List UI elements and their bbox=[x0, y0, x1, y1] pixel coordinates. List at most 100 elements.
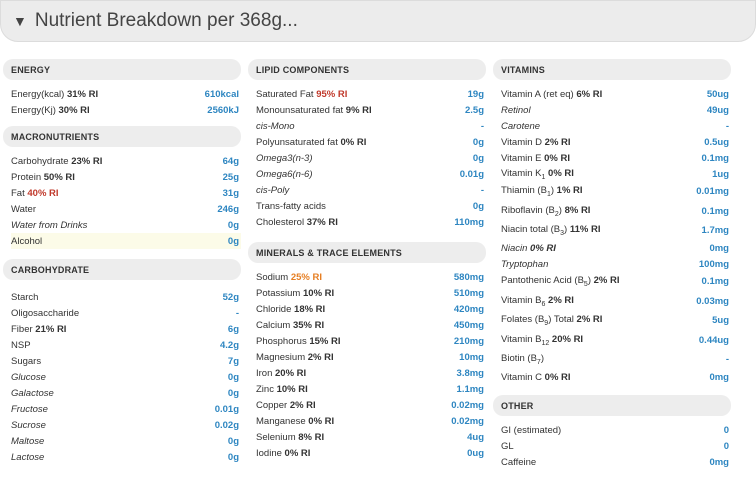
nutrient-row: Manganese 0% RI 0.02mg bbox=[256, 413, 486, 429]
section-title: OTHER bbox=[493, 395, 731, 417]
nutrient-label: Sodium 25% RI bbox=[256, 272, 322, 283]
nutrient-name: Folates (B bbox=[501, 314, 545, 326]
nutrient-label: Copper 2% RI bbox=[256, 400, 316, 411]
nutrient-value: 0.5ug bbox=[704, 136, 729, 148]
nutrient-subscript: 6 bbox=[541, 300, 546, 308]
ri-percent: 95% RI bbox=[316, 88, 348, 100]
nutrient-row: Pantothenic Acid (B5) 2% RI 0.1mg bbox=[501, 272, 731, 291]
nutrient-name-suffix: ) bbox=[550, 185, 555, 197]
nutrient-row: Energy(kcal) 31% RI 610kcal bbox=[11, 86, 241, 102]
nutrient-name: Manganese bbox=[256, 415, 306, 427]
nutrient-row: Zinc 10% RI 1.1mg bbox=[256, 381, 486, 397]
nutrient-row: GL 0 bbox=[501, 438, 731, 454]
nutrient-value: 1ug bbox=[712, 168, 729, 180]
nutrient-row: Vitamin C 0% RI 0mg bbox=[501, 369, 731, 385]
nutrient-name: Energy(kcal) bbox=[11, 88, 65, 100]
ri-percent: 9% RI bbox=[345, 104, 372, 116]
nutrient-name: Niacin total (B bbox=[501, 224, 561, 236]
nutrient-name: Thiamin (B bbox=[501, 185, 547, 197]
nutrient-label: Magnesium 2% RI bbox=[256, 352, 334, 363]
nutrient-name: Iron bbox=[256, 367, 273, 379]
nutrient-name: Phosphorus bbox=[256, 335, 307, 347]
ri-percent: 0% RI bbox=[544, 371, 571, 383]
nutrient-row: Fiber 21% RI 6g bbox=[11, 321, 241, 337]
section-vitamins: VITAMINS Vitamin A (ret eq) 6% RI 50ug Ret… bbox=[493, 59, 731, 385]
ri-percent: 1% RI bbox=[556, 185, 583, 197]
nutrient-row: Vitamin E 0% RI 0.1mg bbox=[501, 150, 731, 166]
nutrient-row: Niacin 0% RI 0mg bbox=[501, 240, 731, 256]
nutrient-row: Water from Drinks 0g bbox=[11, 217, 241, 233]
section-title: ENERGY bbox=[3, 59, 241, 80]
nutrient-row: Vitamin D 2% RI 0.5ug bbox=[501, 134, 731, 150]
section-rows: Carbohydrate 23% RI 64g Protein 50% RI 25g F… bbox=[3, 147, 241, 249]
nutrient-label: Sugars bbox=[11, 356, 41, 367]
nutrient-value: 0g bbox=[227, 387, 239, 399]
nutrient-row: Fructose 0.01g bbox=[11, 401, 241, 417]
nutrient-value: 52g bbox=[222, 291, 239, 303]
nutrient-label: GL bbox=[501, 441, 514, 452]
nutrient-value: - bbox=[725, 353, 729, 365]
nutrient-name: Carotene bbox=[501, 120, 541, 132]
nutrient-row: Galactose 0g bbox=[11, 385, 241, 401]
ri-percent: 2% RI bbox=[548, 294, 574, 306]
nutrient-name: Galactose bbox=[11, 387, 54, 399]
ri-percent: 37% RI bbox=[306, 216, 338, 228]
nutrient-name: Pantothenic Acid (B bbox=[501, 275, 584, 287]
column-1: ENERGY Energy(kcal) 31% RI 610kcal Energy(… bbox=[3, 59, 241, 465]
nutrient-value: 0.44ug bbox=[698, 334, 729, 346]
ri-percent: 10% RI bbox=[276, 383, 308, 395]
ri-percent: 2% RI bbox=[576, 314, 603, 326]
nutrient-value: 0.02mg bbox=[451, 399, 484, 411]
nutrient-name: Water from Drinks bbox=[11, 219, 88, 231]
nutrient-value: 450mg bbox=[453, 319, 484, 331]
nutrient-name: Monounsaturated fat bbox=[256, 104, 344, 116]
nutrient-row: Fat 40% RI 31g bbox=[11, 185, 241, 201]
nutrient-value: 10mg bbox=[459, 351, 484, 363]
nutrient-label: Cholesterol 37% RI bbox=[256, 217, 338, 228]
nutrient-value: 0g bbox=[227, 235, 239, 247]
nutrient-name: Saturated Fat bbox=[256, 88, 314, 100]
ri-percent: 40% RI bbox=[27, 187, 59, 199]
nutrient-value: 50ug bbox=[706, 88, 729, 100]
nutrient-row: Saturated Fat 95% RI 19g bbox=[256, 86, 486, 102]
page-title: Nutrient Breakdown per 368g... bbox=[34, 10, 298, 31]
nutrient-name: Chloride bbox=[256, 303, 292, 315]
section-rows: Saturated Fat 95% RI 19g Monounsaturated f… bbox=[248, 80, 486, 230]
nutrient-label: Niacin 0% RI bbox=[501, 243, 556, 254]
nutrient-value: 7g bbox=[227, 355, 239, 367]
nutrient-value: 1.1mg bbox=[456, 383, 484, 395]
nutrient-label: Energy(Kj) 30% RI bbox=[11, 105, 90, 116]
nutrient-value: - bbox=[725, 120, 729, 132]
nutrient-name: Vitamin B bbox=[501, 294, 542, 306]
ri-percent: 0% RI bbox=[548, 167, 574, 179]
ri-percent: 23% RI bbox=[71, 155, 103, 167]
nutrient-row: Monounsaturated fat 9% RI 2.5g bbox=[256, 102, 486, 118]
nutrient-name-suffix: ) bbox=[564, 224, 568, 236]
nutrient-name: Sugars bbox=[11, 355, 42, 367]
nutrient-value: 0ug bbox=[467, 447, 484, 459]
nutrient-row: Maltose 0g bbox=[11, 433, 241, 449]
nutrient-label: Oligosaccharide bbox=[11, 308, 79, 319]
nutrient-name: Oligosaccharide bbox=[11, 307, 80, 319]
nutrient-label: Carbohydrate 23% RI bbox=[11, 156, 102, 167]
nutrient-row: Omega3(n-3) 0g bbox=[256, 150, 486, 166]
section-title: MACRONUTRIENTS bbox=[3, 126, 241, 147]
nutrient-label: Iodine 0% RI bbox=[256, 448, 310, 459]
nutrient-value: 0g bbox=[227, 219, 239, 231]
nutrient-name-suffix: ) Total bbox=[548, 314, 574, 326]
nutrient-label: Fructose bbox=[11, 404, 48, 415]
nutrient-name-suffix: ) bbox=[587, 275, 591, 287]
nutrient-name: Water bbox=[11, 203, 36, 215]
nutrient-label: Polyunsaturated fat 0% RI bbox=[256, 137, 366, 148]
section-macronutrients: MACRONUTRIENTS Carbohydrate 23% RI 64g Pro… bbox=[3, 126, 241, 249]
section-title: MINERALS & TRACE ELEMENTS bbox=[248, 242, 486, 263]
nutrient-breakdown-toggle[interactable]: ▼ Nutrient Breakdown per 368g... bbox=[0, 0, 756, 42]
section-rows: Sodium 25% RI 580mg Potassium 10% RI 510mg C… bbox=[248, 263, 486, 461]
nutrient-row: Vitamin K1 0% RI 1ug bbox=[501, 166, 731, 182]
nutrient-label: Niacin total (B3) 11% RI bbox=[501, 224, 601, 237]
nutrient-name: Vitamin B bbox=[501, 333, 542, 345]
nutrient-name: Polyunsaturated fat bbox=[256, 136, 338, 148]
nutrient-label: Fat 40% RI bbox=[11, 188, 59, 199]
ri-percent: 18% RI bbox=[294, 303, 326, 315]
nutrient-name: Protein bbox=[11, 171, 42, 183]
